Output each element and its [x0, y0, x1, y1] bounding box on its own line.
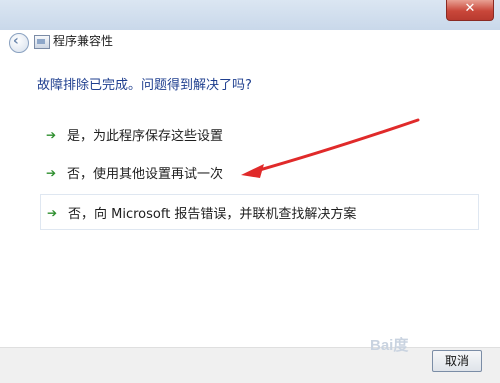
titlebar: ✕: [0, 0, 500, 30]
close-button[interactable]: ✕: [446, 0, 494, 21]
close-icon: ✕: [464, 1, 476, 16]
footer-bar: [0, 347, 500, 383]
program-compatibility-icon: [34, 35, 50, 49]
option-label: 否，使用其他设置再试一次: [67, 167, 224, 182]
cancel-button[interactable]: 取消: [432, 350, 482, 372]
watermark-logo: Bai度: [370, 337, 409, 354]
green-arrow-icon: ➔: [46, 128, 57, 142]
back-button[interactable]: ‹: [9, 33, 29, 53]
dialog-window: ✕ ‹ 程序兼容性 故障排除已完成。问题得到解决了吗? ➔ 是，为此程序保存这些…: [0, 0, 500, 383]
option-report-to-microsoft[interactable]: ➔ 否，向 Microsoft 报告错误，并联机查找解决方案: [40, 194, 479, 230]
green-arrow-icon: ➔: [47, 206, 58, 220]
option-save-settings[interactable]: ➔ 是，为此程序保存这些设置: [40, 117, 477, 151]
green-arrow-icon: ➔: [46, 166, 57, 180]
option-try-other-settings[interactable]: ➔ 否，使用其他设置再试一次: [40, 155, 477, 189]
option-label: 否，向 Microsoft 报告错误，并联机查找解决方案: [68, 207, 357, 222]
option-label: 是，为此程序保存这些设置: [67, 129, 224, 144]
page-question: 故障排除已完成。问题得到解决了吗?: [37, 78, 252, 93]
back-arrow-icon: ‹: [13, 33, 19, 49]
window-title: 程序兼容性: [53, 34, 114, 48]
